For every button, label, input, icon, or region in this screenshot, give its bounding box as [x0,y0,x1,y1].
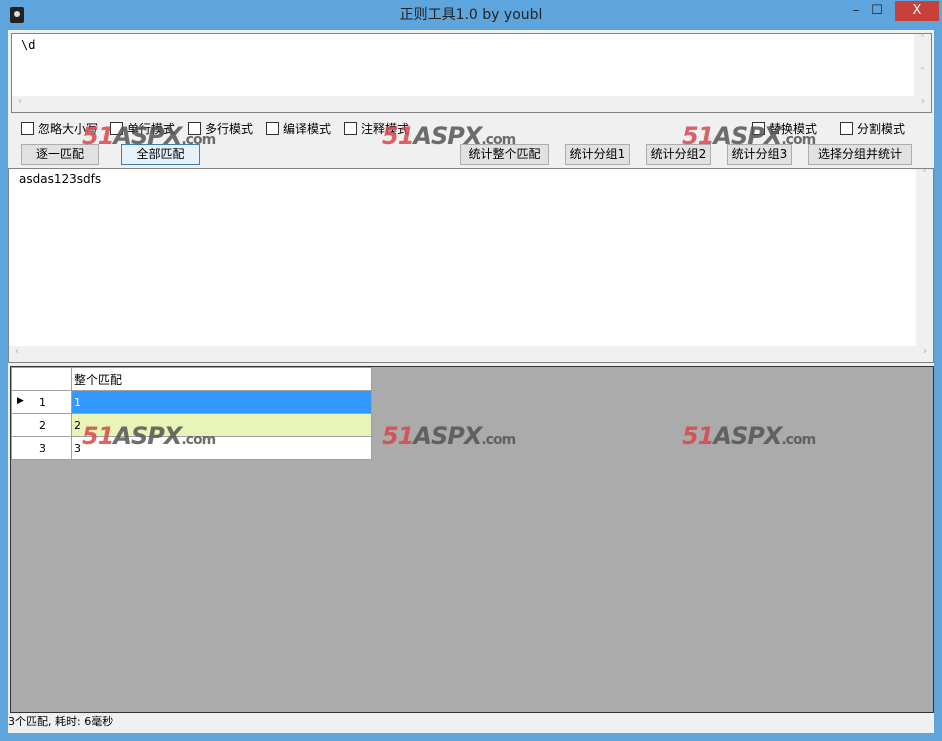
current-row-arrow-icon: ▶ [17,395,24,406]
match-all-button[interactable]: 全部匹配 [121,144,200,165]
count-group1-button[interactable]: 统计分组1 [565,144,630,165]
corner-cell [11,367,72,391]
input-hscrollbar[interactable]: ‹ › [9,346,933,362]
count-whole-button[interactable]: 统计整个匹配 [460,144,549,165]
table-row[interactable]: 22 [11,413,372,437]
maximize-button[interactable]: ☐ [866,0,888,22]
window-title: 正则工具1.0 by youbl [399,7,543,23]
close-button[interactable]: X [895,1,939,21]
table-row[interactable]: ▶ 1 1 [11,390,372,414]
regex-hscrollbar[interactable]: ‹ › [12,96,931,112]
input-text[interactable]: asdas123sdfs ˄ ‹ › [8,168,934,363]
results-grid[interactable]: 整个匹配 ▶ 1 1 22 33 [10,366,934,713]
checkbox-comments[interactable]: 注释模式 [344,120,409,136]
regex-vscrollbar[interactable]: ˄ ˅ [914,34,931,96]
count-group2-button[interactable]: 统计分组2 [646,144,711,165]
grid-header-row: 整个匹配 [11,367,372,391]
regex-input[interactable]: \d ˄ ˅ ‹ › [11,33,932,113]
checkbox-replace[interactable]: 替换模式 [752,120,817,136]
checkbox-ignore-case[interactable]: 忽略大小写 [21,120,98,136]
checkbox-multiline[interactable]: 多行模式 [188,120,253,136]
column-header[interactable]: 整个匹配 [71,367,372,391]
checkbox-split[interactable]: 分割模式 [840,120,905,136]
regex-value: \d [21,38,36,52]
status-bar: 3个匹配, 耗时: 6毫秒 [8,713,934,731]
checkbox-compiled[interactable]: 编译模式 [266,120,331,136]
match-next-button[interactable]: 逐一匹配 [21,144,99,165]
count-group3-button[interactable]: 统计分组3 [727,144,792,165]
input-vscrollbar[interactable]: ˄ [916,169,933,346]
select-group-button[interactable]: 选择分组并统计 [808,144,912,165]
minimize-button[interactable]: – [845,0,867,22]
checkbox-singleline[interactable]: 单行模式 [110,120,175,136]
input-value: asdas123sdfs [19,172,102,186]
table-row[interactable]: 33 [11,436,372,460]
